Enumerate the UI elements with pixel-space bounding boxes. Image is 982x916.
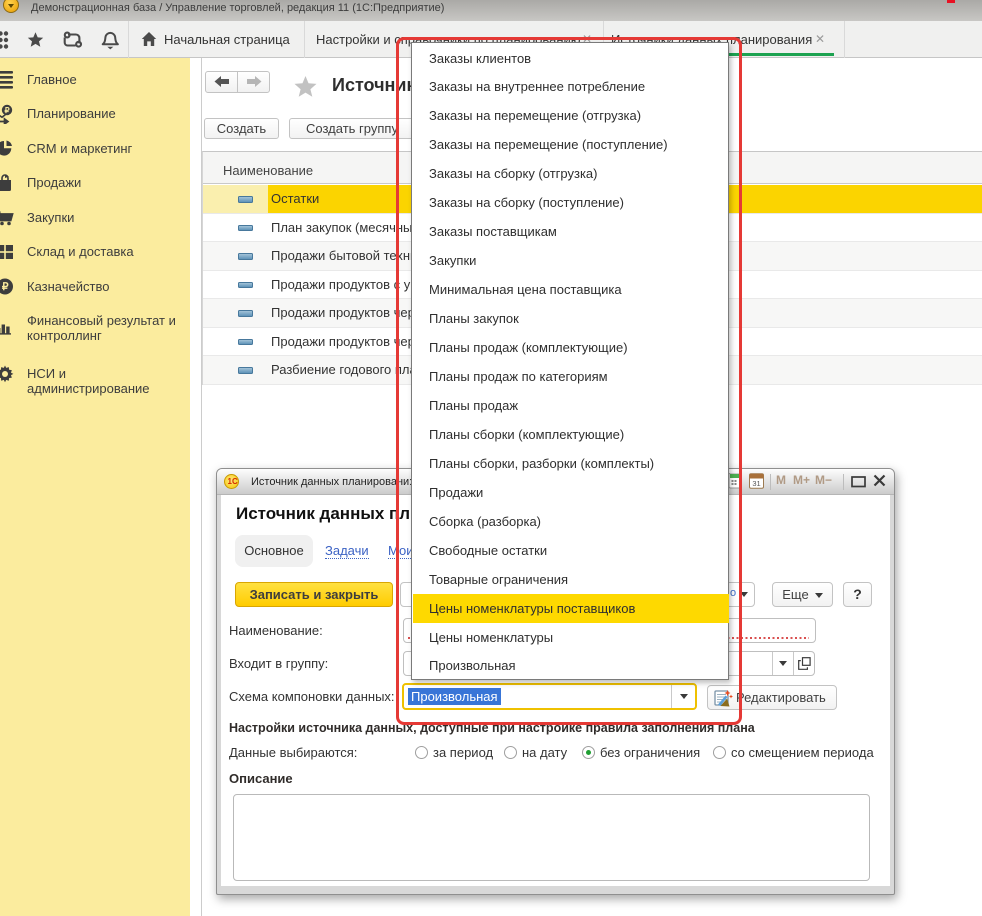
svg-text:₽: ₽	[4, 106, 9, 115]
svg-text:31: 31	[752, 479, 760, 488]
svg-text:₽: ₽	[2, 281, 9, 293]
